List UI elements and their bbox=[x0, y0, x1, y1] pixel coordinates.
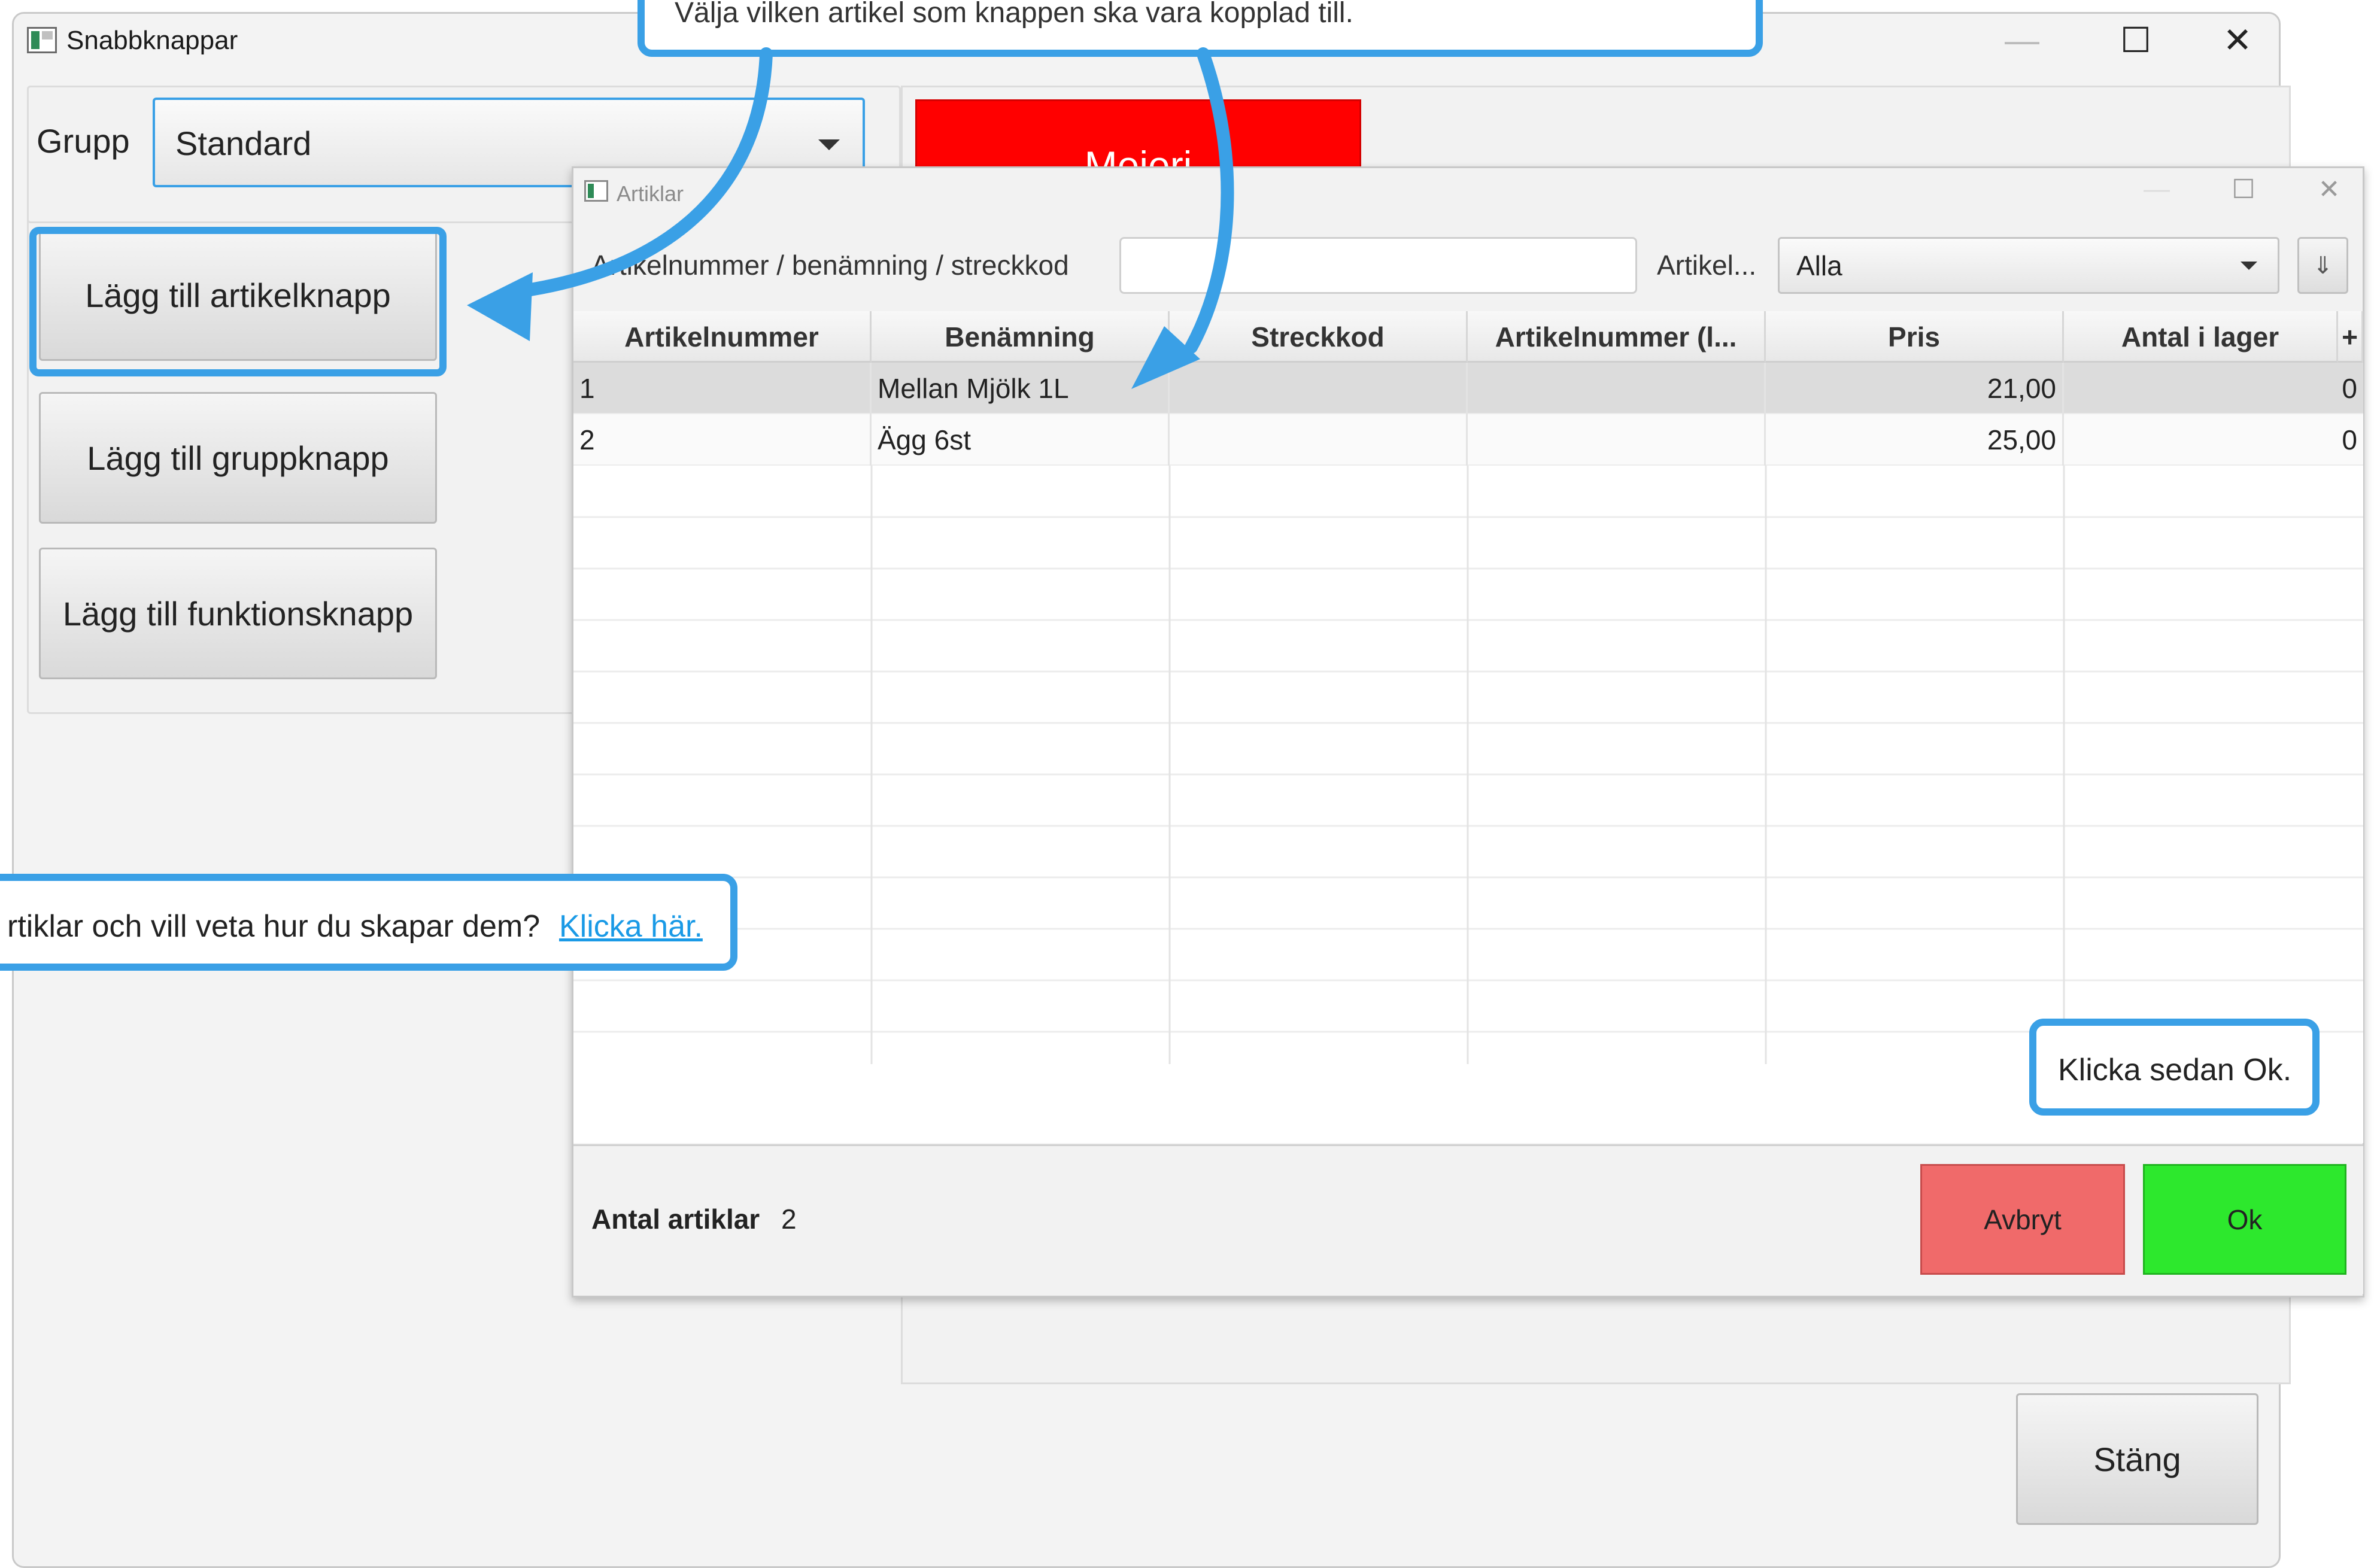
arrow-to-row bbox=[1185, 47, 1234, 354]
callout-arrows bbox=[467, 47, 1234, 389]
arrow-head-left bbox=[467, 272, 533, 341]
arrow-to-add-article bbox=[520, 47, 773, 297]
